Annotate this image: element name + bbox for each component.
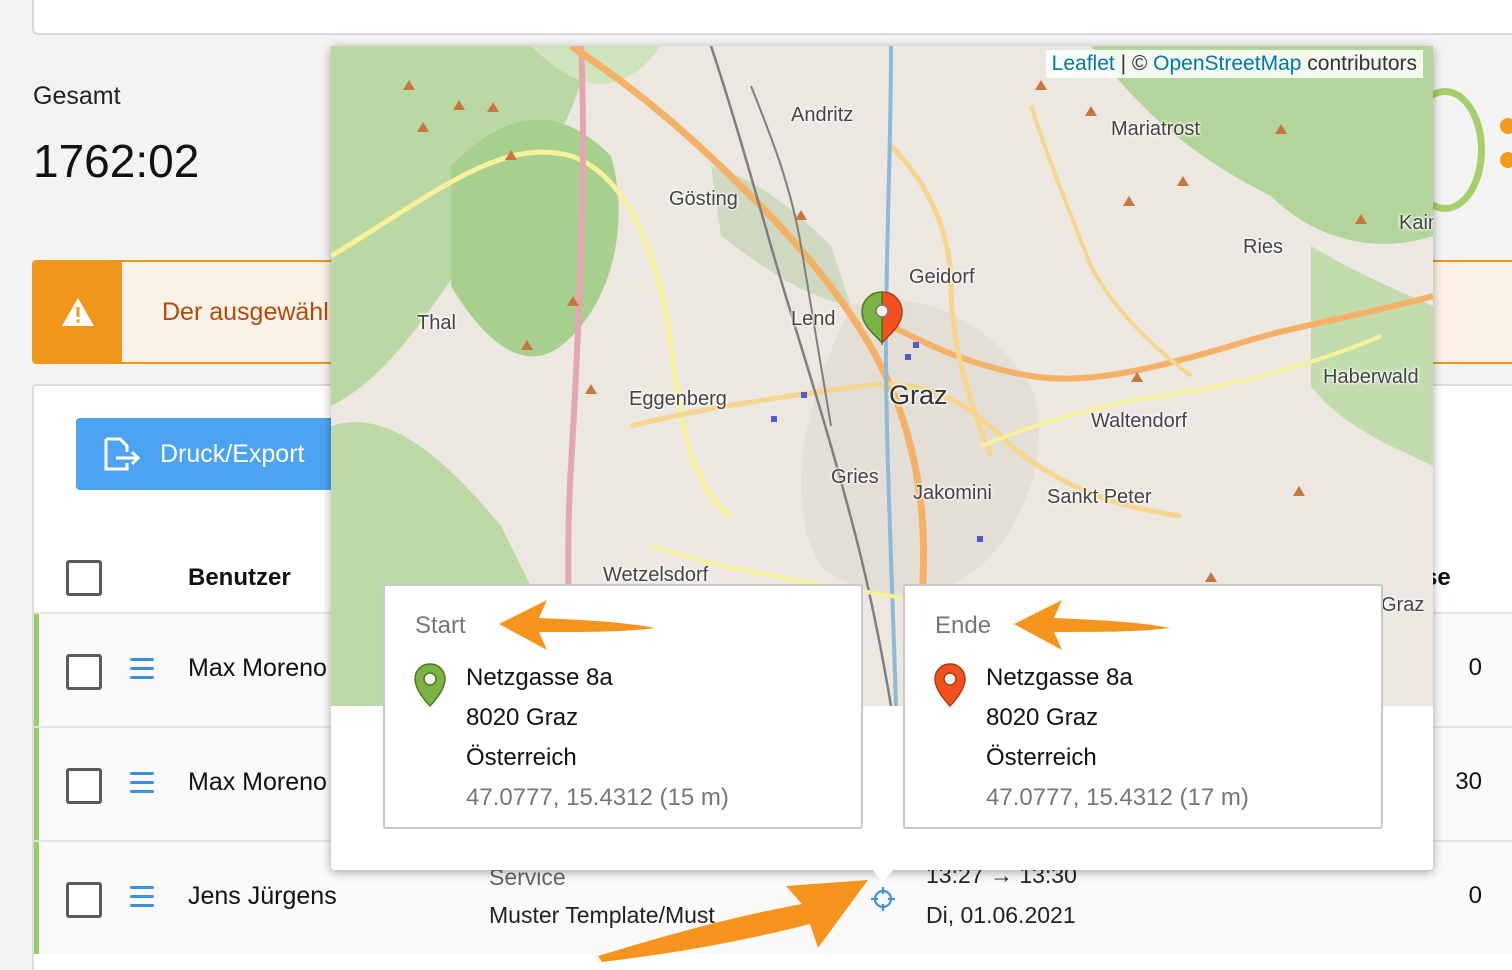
- attribution-separator: | ©: [1114, 52, 1154, 75]
- row-checkbox[interactable]: [66, 654, 102, 690]
- row-user-name: Jens Jürgens: [188, 882, 337, 910]
- warning-icon: [62, 298, 94, 326]
- export-button-label: Druck/Export: [160, 439, 305, 468]
- map-label: Kain: [1399, 212, 1433, 234]
- end-city: 8020 Graz: [986, 704, 1099, 731]
- map-label: Gries: [831, 466, 879, 488]
- leaflet-link[interactable]: Leaflet: [1052, 52, 1115, 75]
- end-country: Österreich: [986, 744, 1097, 771]
- total-label: Gesamt: [33, 82, 121, 110]
- select-all-checkbox[interactable]: [66, 560, 102, 596]
- row-value: 0: [1468, 654, 1482, 681]
- legend-dot: [1500, 118, 1512, 134]
- alert-text: Der ausgewähl: [162, 298, 329, 326]
- row-user-name: Max Moreno: [188, 654, 327, 682]
- map-pin-green-icon: [414, 663, 446, 708]
- map-label: Ries: [1243, 236, 1284, 258]
- row-status-bar: [34, 728, 39, 840]
- map-label: Lend: [791, 308, 836, 330]
- map-label: Geidorf: [909, 266, 975, 288]
- map-label: Graz: [889, 380, 948, 410]
- row-template: Muster Template/Must: [489, 902, 715, 928]
- row-menu-icon[interactable]: [130, 886, 154, 913]
- start-city: 8020 Graz: [466, 704, 579, 731]
- top-card: [32, 0, 1512, 35]
- map-label: Mariatrost: [1111, 118, 1200, 140]
- legend-dot: [1500, 152, 1512, 168]
- end-heading: Ende: [935, 612, 992, 639]
- row-menu-icon[interactable]: [130, 772, 154, 799]
- column-header-user[interactable]: Benutzer: [188, 564, 291, 592]
- openstreetmap-link[interactable]: OpenStreetMap: [1153, 52, 1301, 75]
- map-attribution: Leaflet | © OpenStreetMap contributors: [1045, 50, 1423, 78]
- row-menu-icon[interactable]: [130, 658, 154, 685]
- row-checkbox[interactable]: [66, 768, 102, 804]
- crosshair-icon[interactable]: [870, 886, 896, 912]
- location-popup: Andritz Mariatrost Gösting Kain Ries Gei…: [331, 46, 1433, 882]
- row-value: 30: [1455, 768, 1482, 795]
- map-label: Andritz: [791, 104, 854, 126]
- map-label: Eggenberg: [629, 388, 727, 410]
- row-value: 0: [1468, 882, 1482, 909]
- start-country: Österreich: [466, 744, 577, 771]
- start-location-card: Start Netzgasse 8a 8020 Graz Österreich …: [383, 584, 863, 829]
- attribution-suffix: contributors: [1301, 52, 1417, 75]
- map-label: Gösting: [669, 188, 738, 210]
- row-checkbox[interactable]: [66, 882, 102, 918]
- map-label: Haberwald: [1323, 366, 1419, 388]
- row-date: Di, 01.06.2021: [926, 902, 1076, 928]
- map-label: Waltendorf: [1091, 410, 1187, 432]
- end-street: Netzgasse 8a: [986, 664, 1133, 691]
- start-coordinates: 47.0777, 15.4312 (15 m): [466, 784, 729, 811]
- start-heading: Start: [415, 612, 466, 639]
- row-status-bar: [34, 614, 39, 726]
- start-street: Netzgasse 8a: [466, 664, 613, 691]
- row-status-bar: [34, 842, 39, 954]
- map-label: Thal: [417, 312, 456, 334]
- map-pin-red-icon: [934, 663, 966, 708]
- total-value: 1762:02: [33, 135, 200, 187]
- row-user-name: Max Moreno: [188, 768, 327, 796]
- export-icon: [104, 437, 141, 471]
- map-label: Graz: [1381, 594, 1425, 616]
- map-label: Jakomini: [913, 482, 992, 504]
- map-label: Sankt Peter: [1047, 486, 1152, 508]
- popup-tip: [871, 868, 895, 882]
- end-coordinates: 47.0777, 15.4312 (17 m): [986, 784, 1249, 811]
- end-location-card: Ende Netzgasse 8a 8020 Graz Österreich 4…: [903, 584, 1383, 829]
- alert-icon-box: [34, 262, 122, 362]
